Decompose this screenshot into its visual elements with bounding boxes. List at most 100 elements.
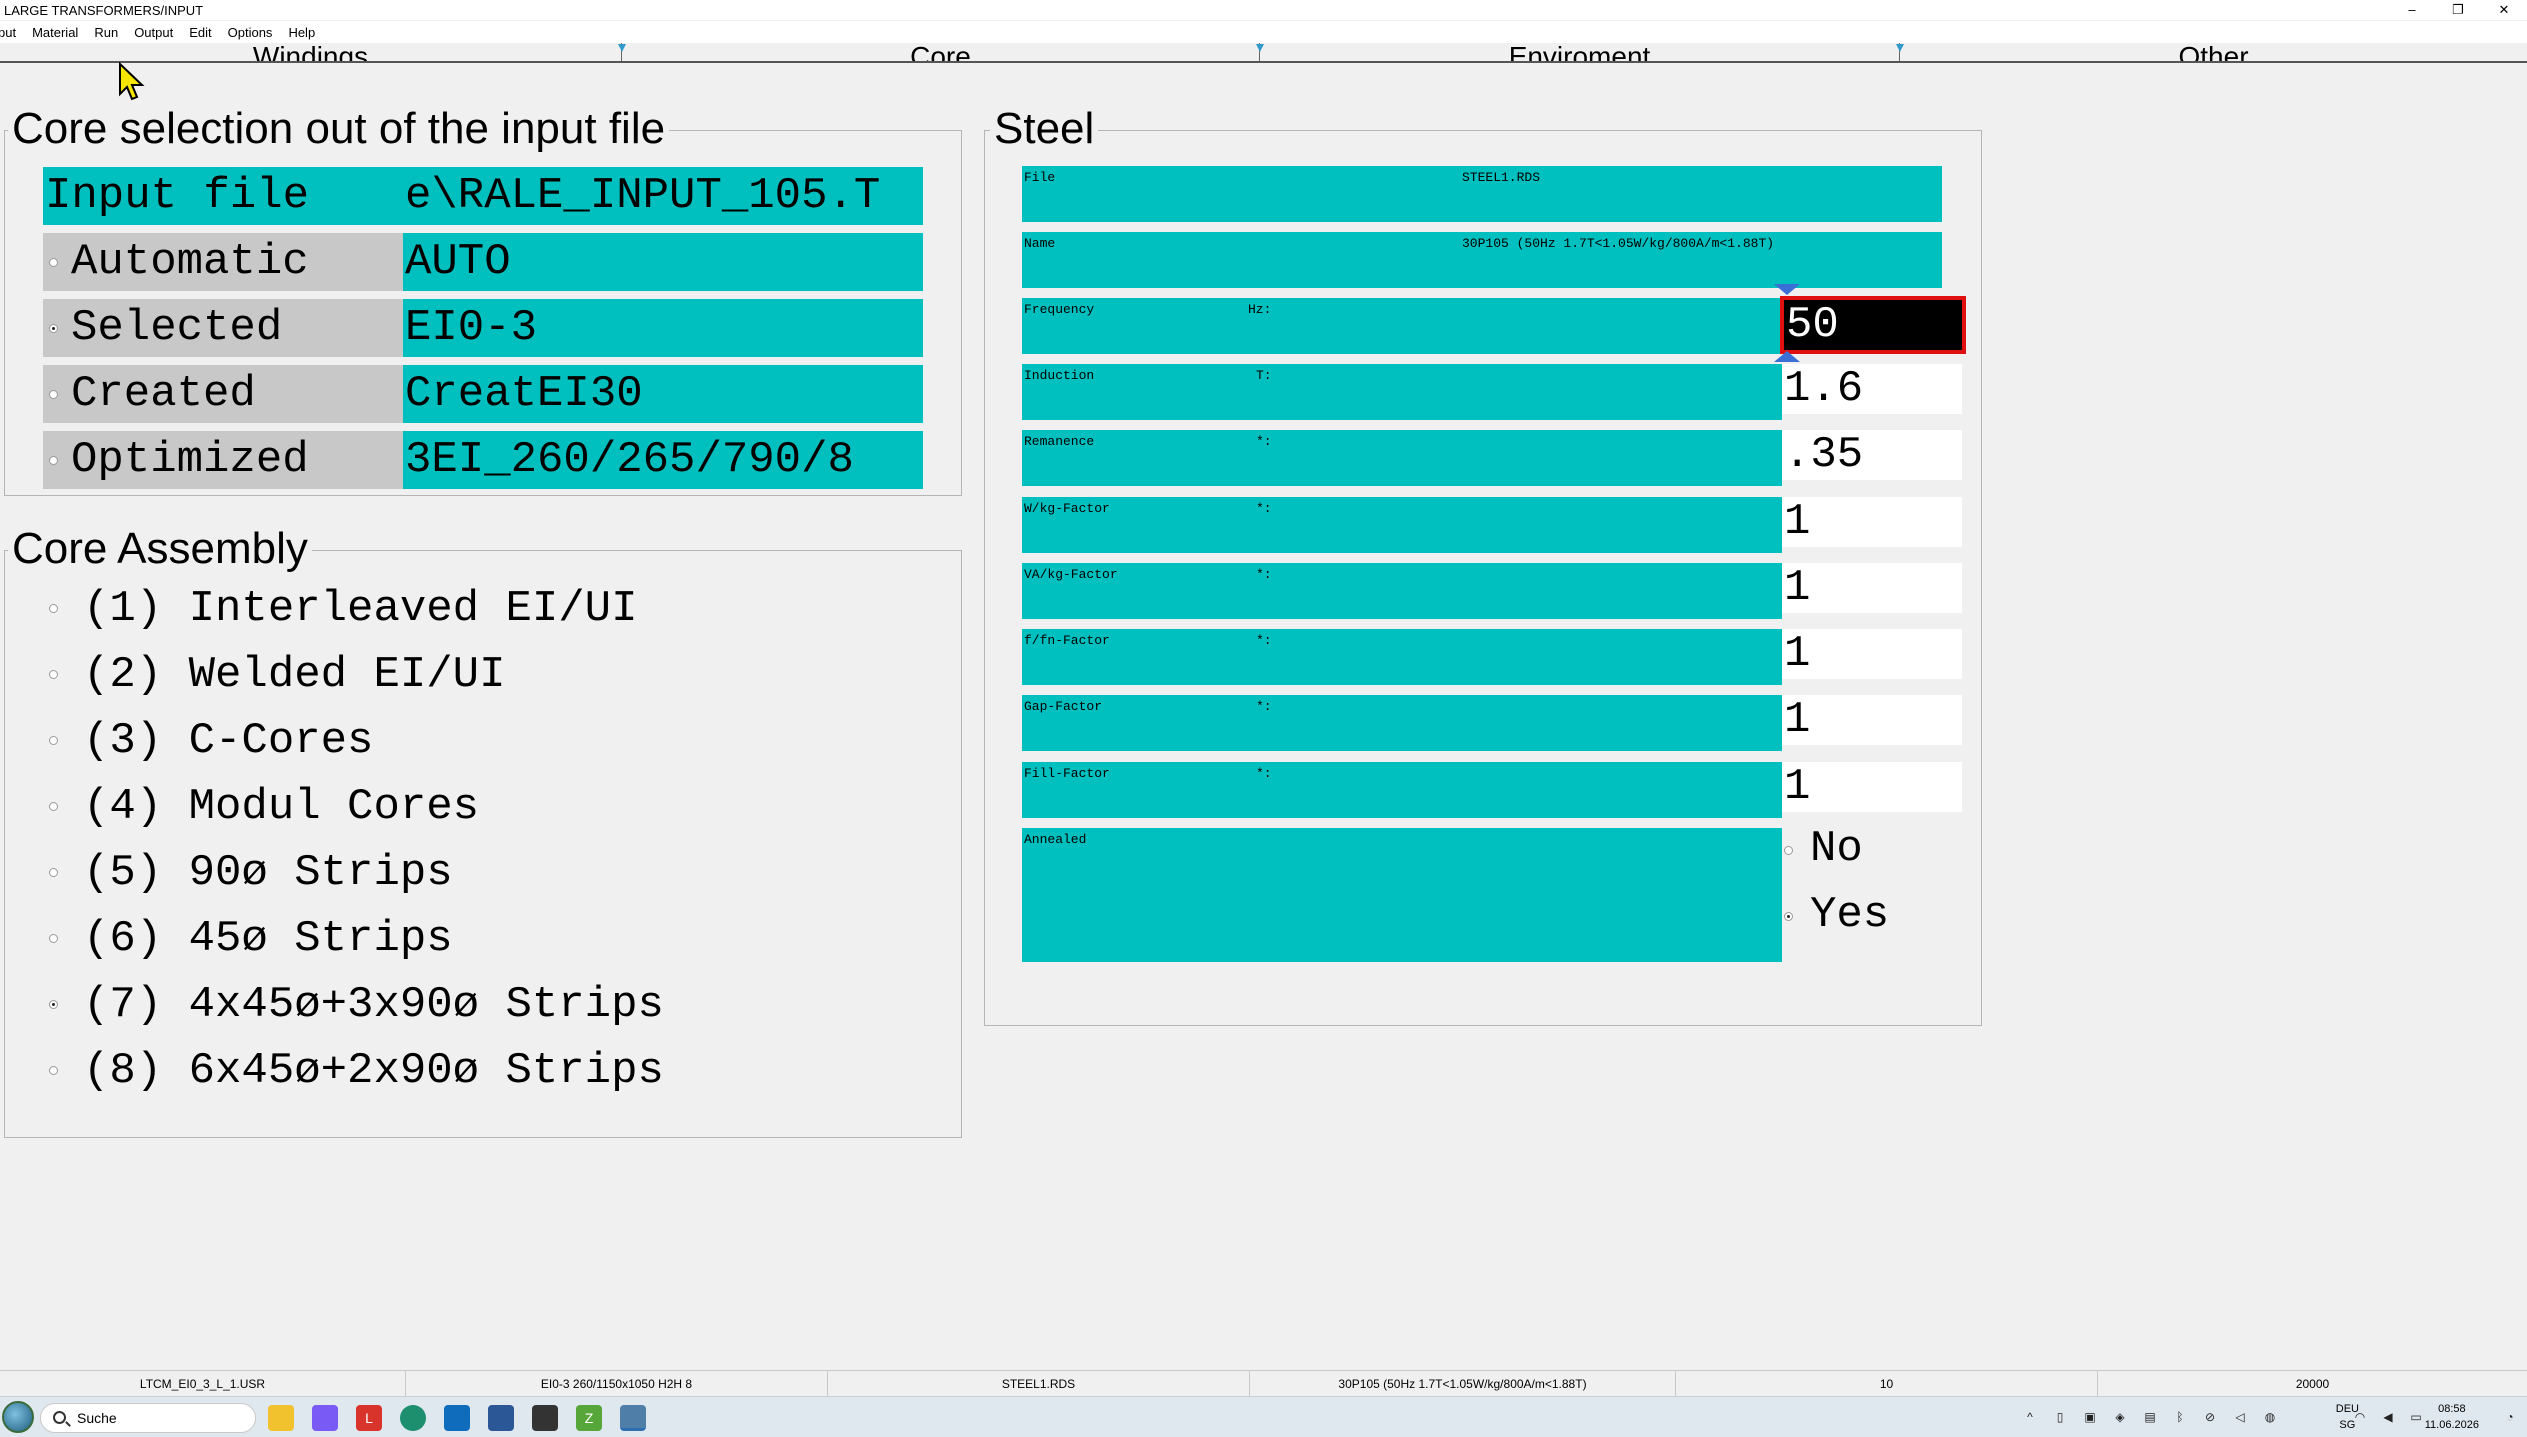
search-placeholder: Suche xyxy=(77,1410,117,1426)
app-z-icon[interactable]: Z xyxy=(576,1405,602,1431)
close-button[interactable]: ✕ xyxy=(2481,0,2527,20)
ffn-factor-label-box: f/fn-Factor *: xyxy=(1022,629,1782,685)
core-option-label: Automatic xyxy=(43,233,403,291)
remanence-input[interactable]: .35 xyxy=(1782,430,1962,480)
tray-wifi-off-icon[interactable]: ⊘ xyxy=(2200,1397,2220,1437)
automatic-value[interactable]: AUTO xyxy=(403,233,923,291)
core-option-created[interactable]: Created CreatEI30 xyxy=(43,365,923,423)
radio-button-icon[interactable] xyxy=(49,390,58,399)
core-option-label: Selected xyxy=(43,299,403,357)
app-l-icon[interactable]: L xyxy=(356,1405,382,1431)
steel-name-field[interactable]: Name 30P105 (50Hz 1.7T<1.05W/kg/800A/m<1… xyxy=(1022,232,1942,288)
tab-other[interactable]: Other xyxy=(1900,43,2527,63)
window-controls: – ❐ ✕ xyxy=(2389,0,2527,20)
tray-battery-icon[interactable]: ▭ xyxy=(2406,1397,2426,1437)
radio-button-icon[interactable] xyxy=(49,604,58,613)
ffn-factor-input[interactable]: 1 xyxy=(1782,629,1962,679)
caret-top-icon xyxy=(1774,284,1800,295)
wkg-factor-unit: *: xyxy=(1256,501,1272,516)
steel-file-field[interactable]: File STEEL1.RDS xyxy=(1022,166,1942,222)
tray-shield-icon[interactable]: ◈ xyxy=(2110,1397,2130,1437)
radio-button-icon[interactable] xyxy=(49,670,58,679)
optimized-value[interactable]: 3EI_260/265/790/8 xyxy=(403,431,923,489)
tab-other-label: Other xyxy=(2178,43,2249,63)
menu-edit[interactable]: Edit xyxy=(189,25,211,40)
annealed-yes-label: Yes xyxy=(1810,890,1890,940)
store-icon[interactable] xyxy=(488,1405,514,1431)
fill-factor-input[interactable]: 1 xyxy=(1782,762,1962,812)
menu-options[interactable]: Options xyxy=(228,25,273,40)
tab-enviroment[interactable]: Enviroment xyxy=(1260,43,1900,61)
menu-material[interactable]: Material xyxy=(32,25,78,40)
steel-name-value: 30P105 (50Hz 1.7T<1.05W/kg/800A/m<1.88T) xyxy=(1462,236,1775,251)
tray-volume-icon[interactable]: ◁ xyxy=(2230,1397,2250,1437)
tab-windings[interactable]: Windings xyxy=(0,43,622,63)
start-button-icon[interactable] xyxy=(2,1401,34,1433)
menu-help[interactable]: Help xyxy=(288,25,315,40)
tray-speaker-icon[interactable]: ◀ xyxy=(2378,1397,2398,1437)
disc-app-icon[interactable] xyxy=(532,1405,558,1431)
clock[interactable]: 08:58 11.06.2026 xyxy=(2425,1401,2479,1433)
radio-button-icon[interactable] xyxy=(49,1000,58,1009)
menu-output[interactable]: Output xyxy=(134,25,173,40)
wkg-factor-input[interactable]: 1 xyxy=(1782,497,1962,547)
copilot-icon[interactable] xyxy=(312,1405,338,1431)
gap-factor-input[interactable]: 1 xyxy=(1782,695,1962,745)
edge-icon[interactable] xyxy=(400,1405,426,1431)
core-selection-title: Core selection out of the input file xyxy=(8,104,670,154)
tab-core[interactable]: Core xyxy=(622,43,1260,61)
steel-file-value: STEEL1.RDS xyxy=(1462,170,1541,185)
window-title: LARGE TRANSFORMERS/INPUT xyxy=(4,3,204,18)
radio-button-icon[interactable] xyxy=(49,802,58,811)
radio-button-icon[interactable] xyxy=(1784,846,1793,855)
tray-mic-icon[interactable]: ◍ xyxy=(2260,1397,2280,1437)
core-option-label: Created xyxy=(43,365,403,423)
induction-label-box: Induction T: xyxy=(1022,364,1782,420)
menu-input[interactable]: put xyxy=(0,25,16,40)
steel-title: Steel xyxy=(990,104,1099,154)
radio-button-icon[interactable] xyxy=(49,1066,58,1075)
ffn-factor-unit: *: xyxy=(1256,633,1272,648)
core-option-selected[interactable]: Selected EI0-3 xyxy=(43,299,923,357)
core-option-optimized[interactable]: Optimized 3EI_260/265/790/8 xyxy=(43,431,923,489)
radio-button-icon[interactable] xyxy=(49,868,58,877)
radio-button-icon[interactable] xyxy=(49,258,58,267)
selected-value[interactable]: EI0-3 xyxy=(403,299,923,357)
tray-z-icon[interactable]: ▣ xyxy=(2080,1397,2100,1437)
radio-button-icon[interactable] xyxy=(1784,912,1793,921)
status-value-2: 20000 xyxy=(2295,1377,2330,1391)
search-box[interactable]: Suche xyxy=(40,1403,256,1433)
input-file-label: Input file xyxy=(43,167,403,225)
outlook-icon[interactable] xyxy=(444,1405,470,1431)
status-user-file: LTCM_EI0_3_L_1.USR xyxy=(0,1371,406,1397)
status-core: EI0-3 260/1150x1050 H2H 8 xyxy=(406,1371,828,1397)
notification-bell-icon[interactable]: ◔ xyxy=(2500,1397,2520,1437)
radio-button-icon[interactable] xyxy=(49,934,58,943)
frequency-label: Frequency xyxy=(1024,302,1095,317)
file-explorer-icon[interactable] xyxy=(268,1405,294,1431)
menu-run[interactable]: Run xyxy=(94,25,118,40)
radio-button-icon[interactable] xyxy=(49,456,58,465)
radio-button-icon[interactable] xyxy=(49,736,58,745)
frequency-input[interactable]: 50 xyxy=(1780,296,1966,354)
vakg-factor-input[interactable]: 1 xyxy=(1782,563,1962,613)
restore-button[interactable]: ❐ xyxy=(2435,0,2481,20)
assembly-option-label: (7) 4x45ø+3x90ø Strips xyxy=(83,980,664,1030)
created-value[interactable]: CreatEI30 xyxy=(403,365,923,423)
minimize-button[interactable]: – xyxy=(2389,0,2435,20)
assembly-option-label: (6) 45ø Strips xyxy=(83,914,453,964)
input-file-value[interactable]: e\RALE_INPUT_105.T xyxy=(403,167,923,225)
tab-windings-label: Windings xyxy=(252,43,369,63)
clock-date: 11.06.2026 xyxy=(2424,1419,2479,1431)
steel-file-label: File xyxy=(1024,170,1056,185)
tray-monitor-icon[interactable]: ▤ xyxy=(2140,1397,2160,1437)
tray-bluetooth-icon[interactable]: ᛒ xyxy=(2170,1397,2190,1437)
induction-input[interactable]: 1.6 xyxy=(1782,364,1962,414)
tray-usb-icon[interactable]: ▯ xyxy=(2050,1397,2070,1437)
radio-button-icon[interactable] xyxy=(49,324,58,333)
core-option-automatic[interactable]: Automatic AUTO xyxy=(43,233,923,291)
annealed-label-box: Annealed xyxy=(1022,828,1782,962)
active-app-icon[interactable] xyxy=(620,1405,646,1431)
tray-chevron-icon[interactable]: ^ xyxy=(2020,1397,2040,1437)
tray-network-icon[interactable]: ◠ xyxy=(2350,1397,2370,1437)
